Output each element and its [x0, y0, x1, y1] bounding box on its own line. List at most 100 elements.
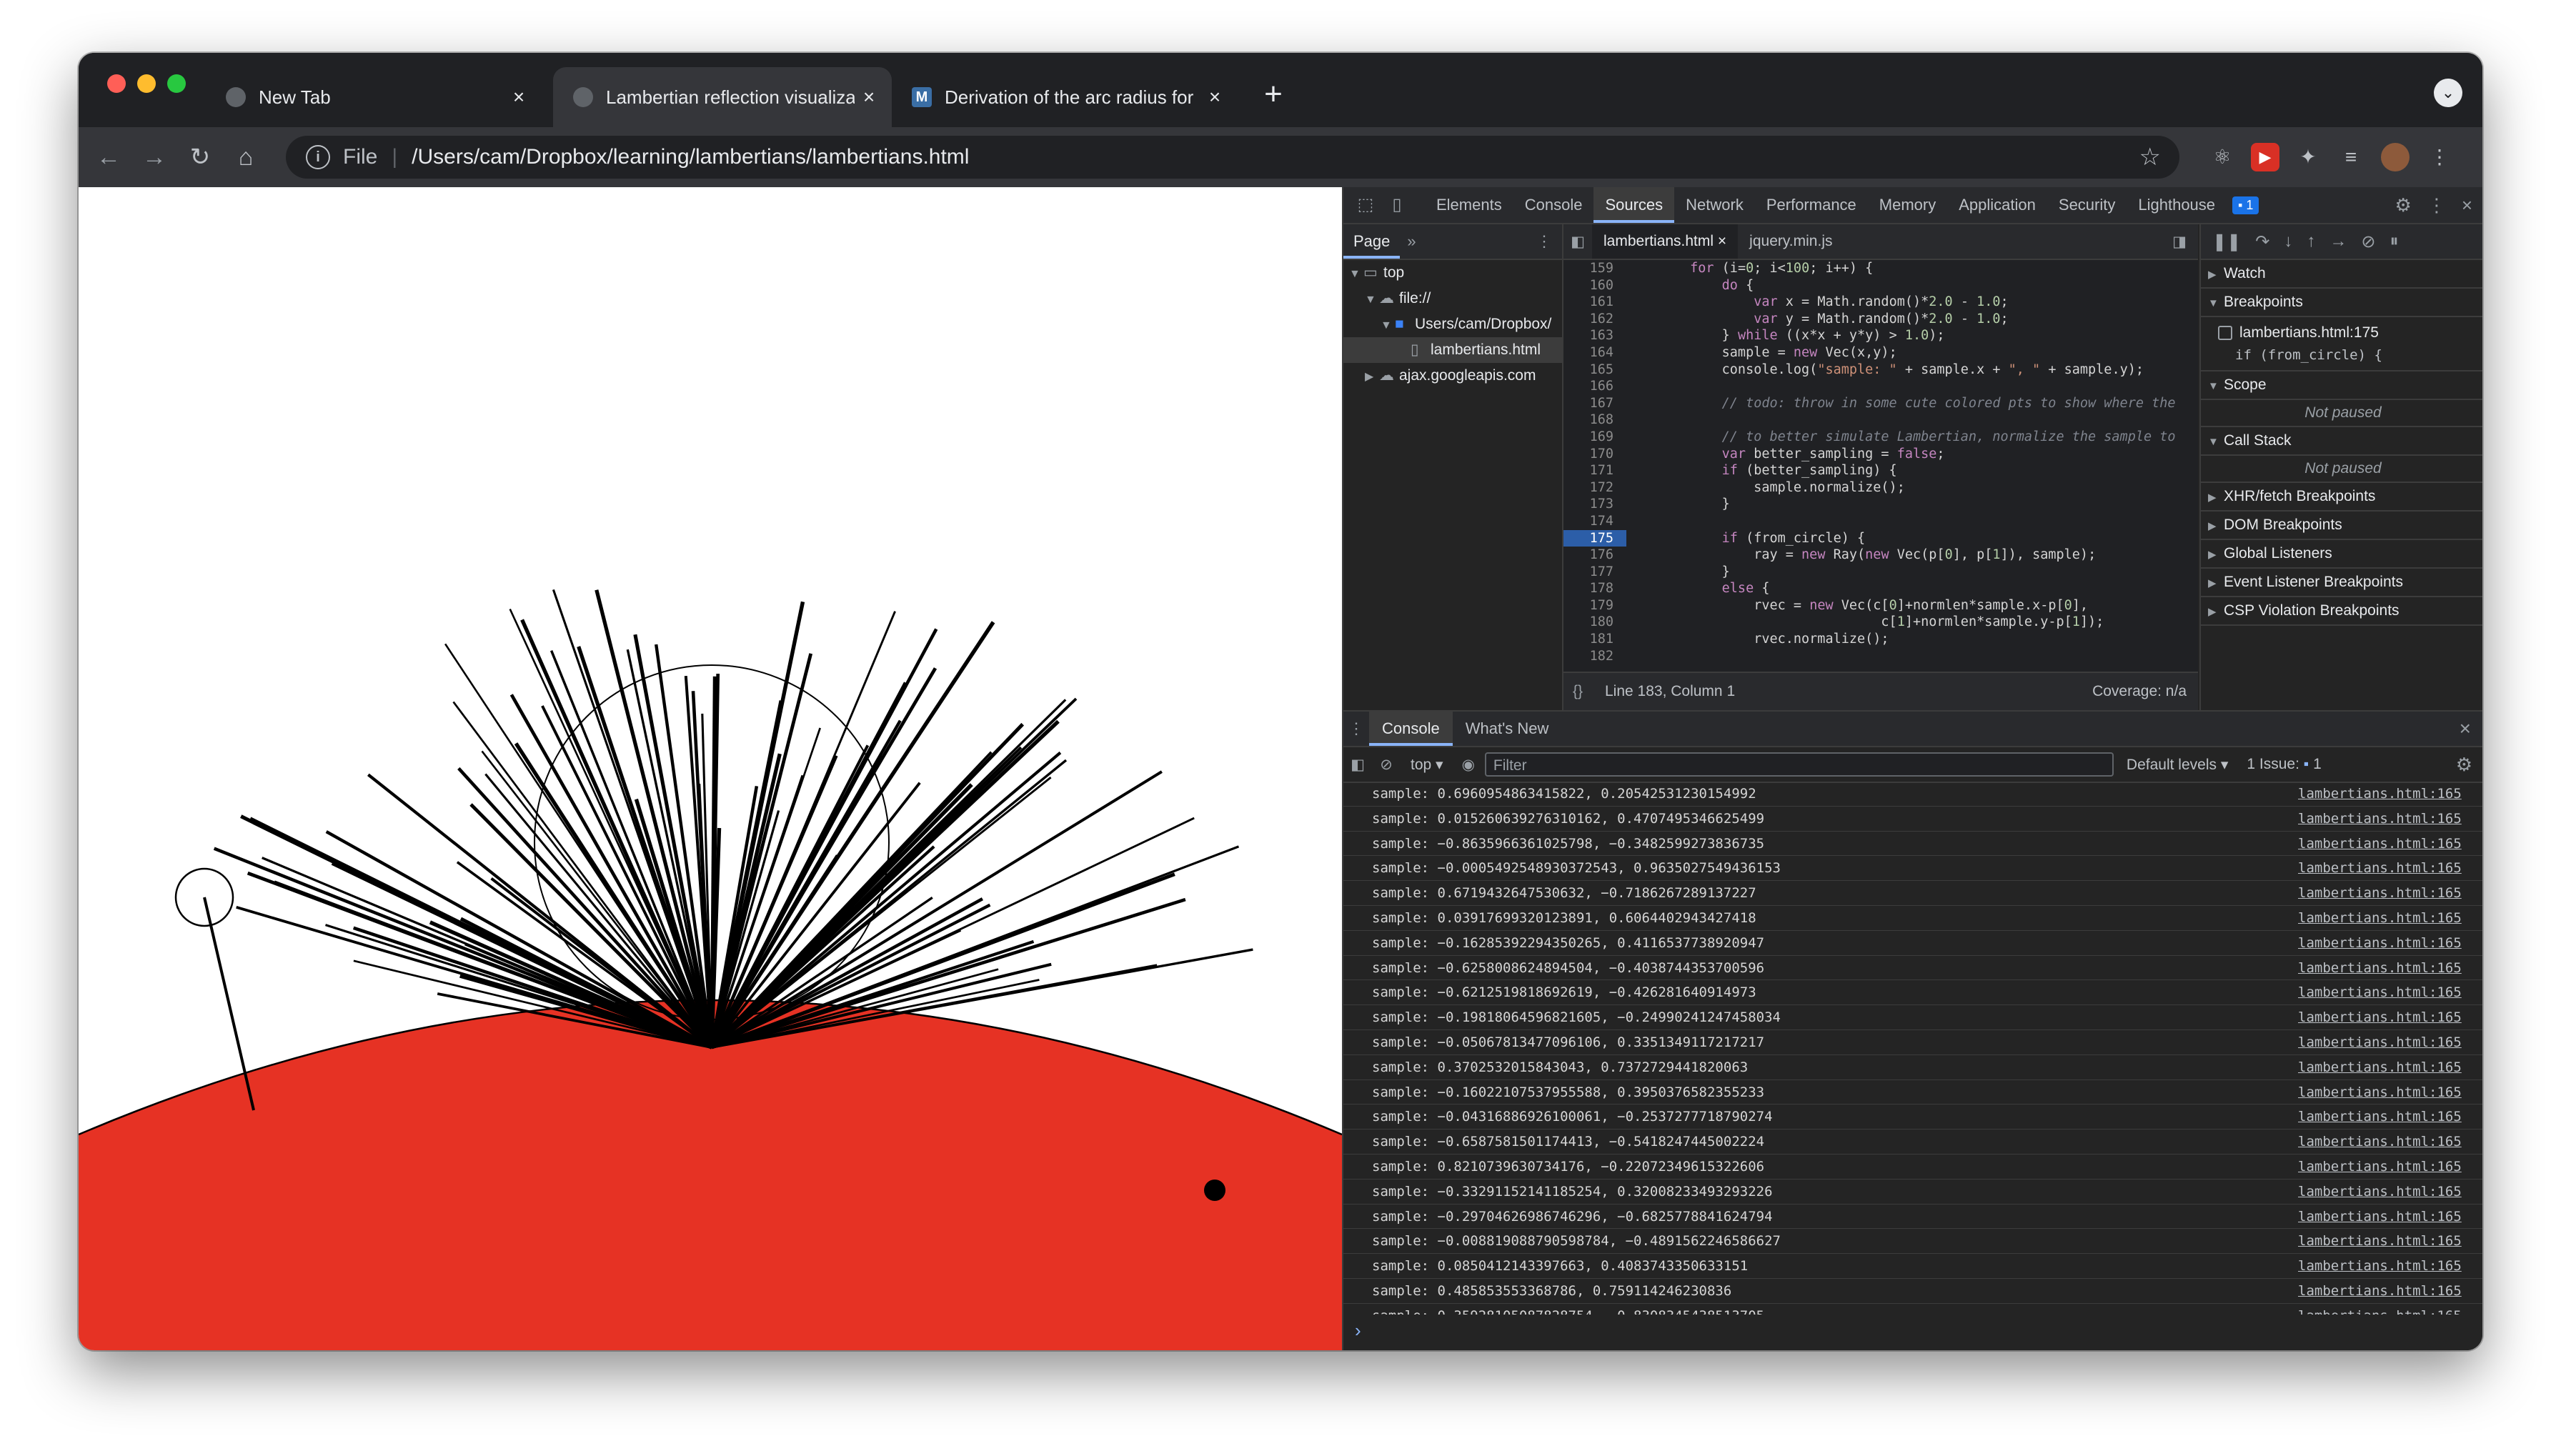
forward-arrow-icon[interactable]: → — [139, 141, 170, 173]
drawer-tab-whats-new[interactable]: What's New — [1453, 712, 1562, 746]
console-source-link[interactable]: lambertians.html:165 — [2298, 1180, 2482, 1204]
console-source-link[interactable]: lambertians.html:165 — [2298, 1055, 2482, 1079]
console-log[interactable]: sample: 0.6960954863415822, 0.2054253123… — [1343, 782, 2482, 1315]
console-source-link[interactable]: lambertians.html:165 — [2298, 782, 2482, 806]
console-settings-gear-icon[interactable]: ⚙ — [2456, 754, 2472, 776]
tree-item-googleapis[interactable]: ▶ ☁ ajax.googleapis.com — [1343, 363, 1562, 389]
context-selector[interactable]: top ▾ — [1411, 756, 1443, 774]
tab-new-tab[interactable]: New Tab × — [206, 67, 542, 127]
console-filter-input[interactable]: Filter — [1484, 752, 2114, 777]
console-source-link[interactable]: lambertians.html:165 — [2298, 1080, 2482, 1105]
close-icon[interactable]: × — [1718, 233, 1726, 249]
tab-application[interactable]: Application — [1947, 187, 2047, 223]
console-prompt[interactable]: › — [1343, 1316, 1361, 1345]
back-arrow-icon[interactable]: ← — [93, 141, 124, 173]
breakpoint-checkbox[interactable] — [2218, 326, 2232, 341]
call-stack-section[interactable]: ▼ Call Stack — [2201, 427, 2482, 456]
tab-elements[interactable]: Elements — [1425, 187, 1513, 223]
console-source-link[interactable]: lambertians.html:165 — [2298, 807, 2482, 831]
close-icon[interactable]: × — [504, 86, 533, 109]
tab-lighthouse[interactable]: Lighthouse — [2127, 187, 2227, 223]
console-source-link[interactable]: lambertians.html:165 — [2298, 1254, 2482, 1278]
page-canvas[interactable] — [79, 187, 1342, 1350]
event-listener-breakpoints-section[interactable]: ▶ Event Listener Breakpoints — [2201, 569, 2482, 597]
tab-network[interactable]: Network — [1674, 187, 1755, 223]
csp-violation-breakpoints-section[interactable]: ▶ CSP Violation Breakpoints — [2201, 597, 2482, 626]
issues-badge[interactable]: ▪ 1 — [2232, 196, 2259, 214]
devtools-kebab-icon[interactable]: ⋮ — [2427, 194, 2446, 216]
console-source-link[interactable]: lambertians.html:165 — [2298, 1105, 2482, 1129]
tab-derivation[interactable]: M Derivation of the arc radius for × — [892, 67, 1238, 127]
dom-breakpoints-section[interactable]: ▶ DOM Breakpoints — [2201, 512, 2482, 540]
console-source-link[interactable]: lambertians.html:165 — [2298, 931, 2482, 955]
minimize-window-button[interactable] — [137, 74, 156, 93]
avatar[interactable] — [2381, 143, 2410, 171]
log-levels-dropdown[interactable]: Default levels ▾ — [2127, 756, 2228, 774]
close-devtools-icon[interactable]: × — [2462, 194, 2472, 216]
console-source-link[interactable]: lambertians.html:165 — [2298, 980, 2482, 1004]
clear-console-icon[interactable]: ⊘ — [1372, 756, 1401, 774]
extensions-puzzle-icon[interactable]: ✦ — [2294, 143, 2322, 171]
console-source-link[interactable]: lambertians.html:165 — [2298, 1304, 2482, 1315]
maximize-window-button[interactable] — [167, 74, 186, 93]
console-source-link[interactable]: lambertians.html:165 — [2298, 906, 2482, 930]
console-source-link[interactable]: lambertians.html:165 — [2298, 1155, 2482, 1179]
console-source-link[interactable]: lambertians.html:165 — [2298, 856, 2482, 880]
expand-arrow-icon[interactable]: ▼ — [1365, 287, 1379, 313]
console-source-link[interactable]: lambertians.html:165 — [2298, 1279, 2482, 1303]
toggle-debugger-icon[interactable]: ◨ — [2172, 233, 2187, 251]
console-source-link[interactable]: lambertians.html:165 — [2298, 1030, 2482, 1054]
console-source-link[interactable]: lambertians.html:165 — [2298, 1205, 2482, 1229]
tab-search-icon[interactable]: ⌄ — [2434, 79, 2462, 107]
reading-list-icon[interactable]: ≡ — [2337, 143, 2365, 171]
tab-sources[interactable]: Sources — [1593, 187, 1675, 223]
inspect-icon[interactable]: ⬚ — [1356, 196, 1375, 214]
url-text[interactable]: /Users/cam/Dropbox/learning/lambertians/… — [412, 145, 969, 169]
lambertian-canvas[interactable] — [79, 187, 1342, 1350]
video-extension-icon[interactable]: ▶ — [2251, 143, 2279, 171]
menu-kebab-icon[interactable]: ⋮ — [2425, 143, 2454, 171]
step-into-icon[interactable]: ↓ — [2284, 231, 2292, 251]
toggle-navigator-icon[interactable]: ◧ — [1563, 233, 1592, 251]
xhr-breakpoints-section[interactable]: ▶ XHR/fetch Breakpoints — [2201, 483, 2482, 512]
reload-icon[interactable]: ↻ — [184, 141, 216, 173]
drawer-kebab-icon[interactable]: ⋮ — [1343, 719, 1369, 738]
more-tabs-icon[interactable]: » — [1407, 232, 1416, 251]
expand-arrow-icon[interactable]: ▼ — [1381, 313, 1395, 339]
settings-gear-icon[interactable]: ⚙ — [2395, 194, 2412, 216]
tab-page[interactable]: Page — [1343, 224, 1401, 259]
tab-performance[interactable]: Performance — [1755, 187, 1868, 223]
code-line-breakpoint[interactable]: 175 if (from_circle) { — [1563, 529, 2198, 547]
tab-console[interactable]: Console — [1513, 187, 1594, 223]
tree-item-folder[interactable]: ▼ ■ Users/cam/Dropbox/ — [1343, 311, 1562, 337]
bookmark-star-icon[interactable]: ☆ — [2139, 143, 2161, 171]
issues-counter[interactable]: 1 Issue: ▪ 1 — [2247, 756, 2321, 773]
deactivate-breakpoints-icon[interactable]: ⊘ — [2361, 231, 2375, 252]
tab-memory[interactable]: Memory — [1868, 187, 1947, 223]
pause-on-exceptions-icon[interactable]: ⏸ — [2390, 231, 2398, 251]
expand-arrow-icon[interactable]: ▼ — [1349, 261, 1363, 287]
pause-icon[interactable]: ❚❚ — [2212, 231, 2241, 252]
tree-item-file[interactable]: ▼ ☁ file:// — [1343, 286, 1562, 311]
scope-section[interactable]: ▼ Scope — [2201, 372, 2482, 400]
react-extension-icon[interactable]: ⚛ — [2208, 143, 2237, 171]
close-drawer-icon[interactable]: × — [2460, 717, 2471, 740]
black-dot[interactable] — [1204, 1180, 1225, 1201]
global-listeners-section[interactable]: ▶ Global Listeners — [2201, 540, 2482, 569]
eye-icon[interactable]: ◉ — [1462, 756, 1475, 774]
console-source-link[interactable]: lambertians.html:165 — [2298, 956, 2482, 980]
step-over-icon[interactable]: ↷ — [2255, 231, 2269, 252]
console-source-link[interactable]: lambertians.html:165 — [2298, 1005, 2482, 1029]
device-toggle-icon[interactable]: ▯ — [1388, 196, 1406, 214]
collapse-arrow-icon[interactable]: ▶ — [1365, 364, 1379, 390]
new-tab-button[interactable]: + — [1253, 74, 1293, 114]
tree-item-top[interactable]: ▼ ▭ top — [1343, 260, 1562, 286]
close-icon[interactable]: × — [1200, 86, 1229, 109]
editor-tab-lambertians[interactable]: lambertians.html × — [1592, 224, 1739, 259]
watch-section[interactable]: ▶ Watch — [2201, 260, 2482, 289]
console-sidebar-icon[interactable]: ◧ — [1343, 756, 1372, 774]
step-icon[interactable]: → — [2329, 231, 2347, 251]
console-source-link[interactable]: lambertians.html:165 — [2298, 1229, 2482, 1253]
home-icon[interactable]: ⌂ — [230, 141, 262, 173]
editor-tab-jquery[interactable]: jquery.min.js — [1738, 224, 1844, 259]
